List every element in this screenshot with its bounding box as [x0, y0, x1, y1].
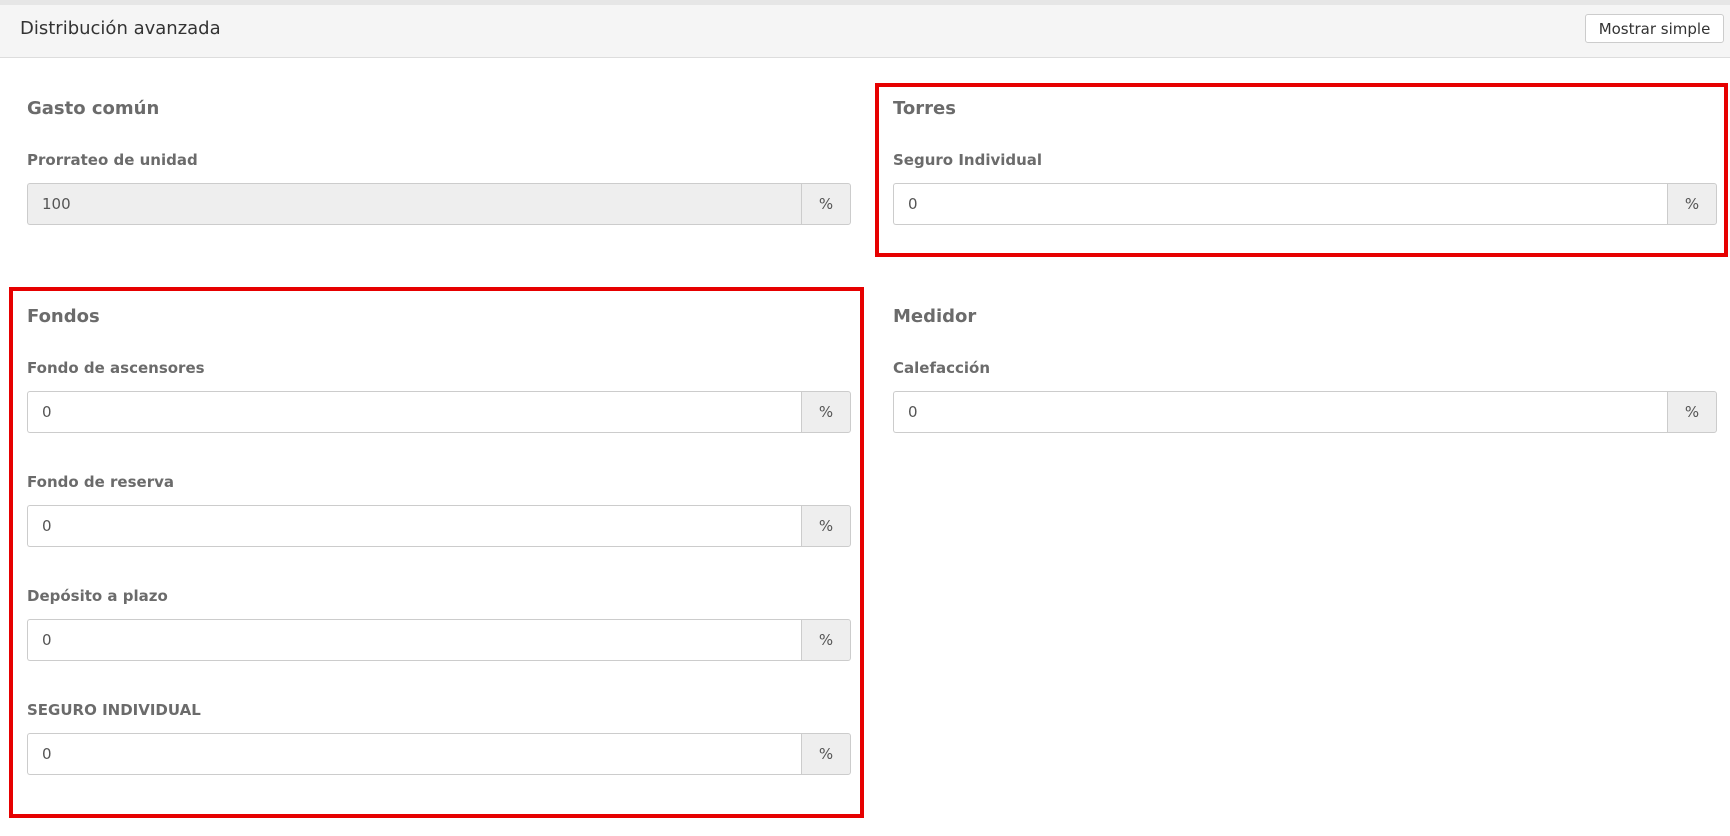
field-label: Prorrateo de unidad: [27, 151, 198, 169]
input-group: %: [27, 183, 851, 225]
fondo-ascensores-input[interactable]: [27, 391, 801, 433]
field-seguro-individual-torres: Seguro Individual %: [893, 150, 1718, 225]
field-label: SEGURO INDIVIDUAL: [27, 701, 201, 719]
input-group: %: [893, 183, 1717, 225]
seguro-individual-torres-input[interactable]: [893, 183, 1667, 225]
field-label: Fondo de reserva: [27, 473, 174, 491]
calefaccion-input[interactable]: [893, 391, 1667, 433]
field-calefaccion: Calefacción %: [893, 358, 1718, 433]
field-fondo-reserva: Fondo de reserva %: [27, 472, 852, 547]
section-title: Torres: [893, 98, 956, 119]
section-title: Fondos: [27, 306, 100, 327]
section-gasto-comun: Gasto común Prorrateo de unidad %: [27, 98, 852, 225]
deposito-plazo-input[interactable]: [27, 619, 801, 661]
section-title: Medidor: [893, 306, 977, 327]
percent-addon: %: [801, 733, 851, 775]
panel-title: Distribución avanzada: [20, 18, 221, 39]
section-title: Gasto común: [27, 98, 160, 119]
panel-header: Distribución avanzada Mostrar simple: [0, 5, 1730, 58]
show-simple-button[interactable]: Mostrar simple: [1585, 14, 1724, 43]
percent-addon: %: [1667, 183, 1717, 225]
percent-addon: %: [1667, 391, 1717, 433]
field-label: Depósito a plazo: [27, 587, 168, 605]
input-group: %: [27, 391, 851, 433]
section-medidor: Medidor Calefacción %: [893, 306, 1718, 433]
input-group: %: [27, 619, 851, 661]
input-group: %: [893, 391, 1717, 433]
field-fondo-ascensores: Fondo de ascensores %: [27, 358, 852, 433]
input-group: %: [27, 733, 851, 775]
section-torres: Torres Seguro Individual %: [893, 98, 1718, 225]
percent-addon: %: [801, 183, 851, 225]
seguro-individual-fondos-input[interactable]: [27, 733, 801, 775]
field-prorrateo-unidad: Prorrateo de unidad %: [27, 150, 852, 225]
field-seguro-individual-fondos: SEGURO INDIVIDUAL %: [27, 700, 852, 775]
field-deposito-plazo: Depósito a plazo %: [27, 586, 852, 661]
field-label: Fondo de ascensores: [27, 359, 205, 377]
percent-addon: %: [801, 391, 851, 433]
input-group: %: [27, 505, 851, 547]
section-fondos: Fondos Fondo de ascensores % Fondo de re…: [27, 306, 852, 775]
percent-addon: %: [801, 619, 851, 661]
fondo-reserva-input[interactable]: [27, 505, 801, 547]
field-label: Seguro Individual: [893, 151, 1043, 169]
prorrateo-unidad-input[interactable]: [27, 183, 801, 225]
percent-addon: %: [801, 505, 851, 547]
field-label: Calefacción: [893, 359, 991, 377]
